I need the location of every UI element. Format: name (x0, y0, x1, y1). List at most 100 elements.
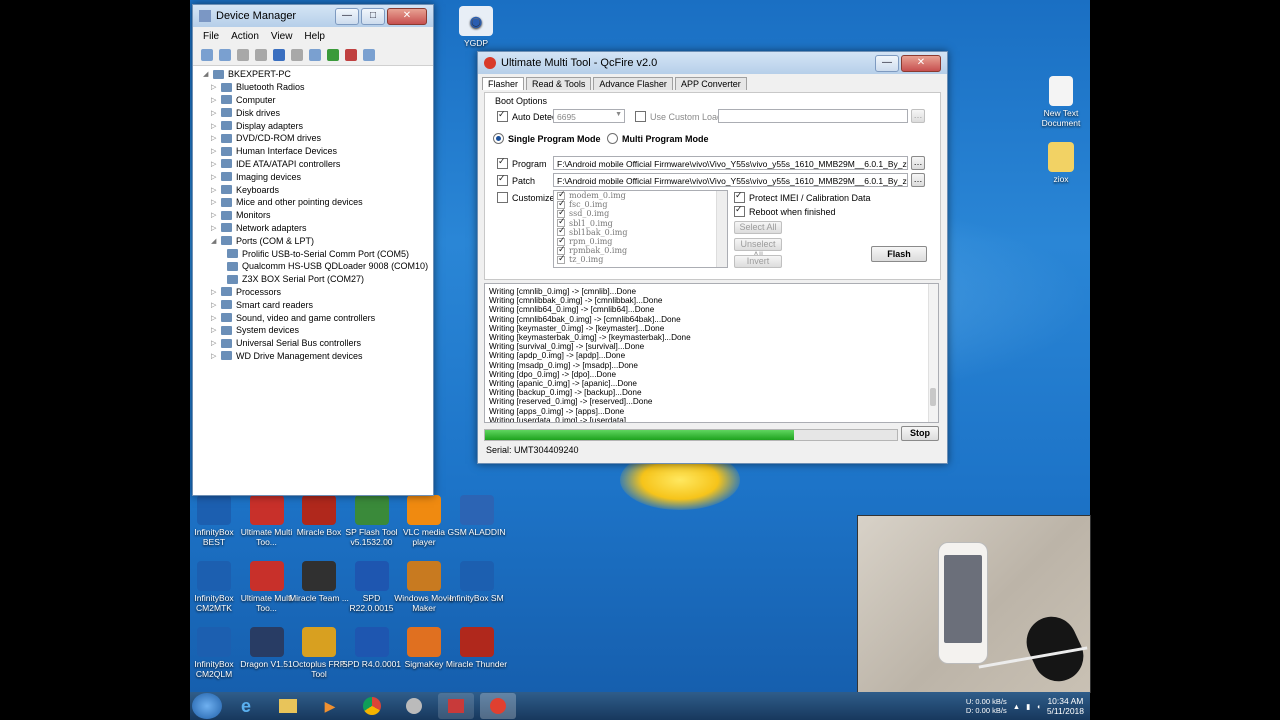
menu-file[interactable]: File (203, 31, 219, 42)
menu-view[interactable]: View (271, 31, 293, 42)
help-icon[interactable] (273, 49, 285, 61)
tree-category[interactable]: ▷ Imaging devices (203, 170, 433, 183)
partition-item[interactable]: rpmbak_0.img (554, 245, 727, 255)
device-icon[interactable] (291, 49, 303, 61)
tree-category[interactable]: ▷ System devices (203, 324, 433, 337)
desktop-icon-ziox[interactable]: ziox (1030, 142, 1092, 184)
tree-category[interactable]: ▷ Monitors (203, 209, 433, 222)
partition-item[interactable]: ssd_0.img (554, 208, 727, 218)
expand-icon[interactable]: ▷ (211, 314, 221, 322)
tree-category[interactable]: ▷ DVD/CD-ROM drives (203, 132, 433, 145)
single-program-mode-radio[interactable]: Single Program Mode (493, 133, 601, 144)
partition-item[interactable]: rpm_0.img (554, 236, 727, 246)
taskbar-app[interactable] (396, 693, 432, 719)
disable-icon[interactable] (363, 49, 375, 61)
refresh-icon[interactable] (255, 49, 267, 61)
expand-icon[interactable]: ▷ (211, 301, 221, 309)
partition-item[interactable]: sbl1_0.img (554, 217, 727, 228)
taskbar-qcfire[interactable] (480, 693, 516, 719)
expand-icon[interactable]: ▷ (211, 160, 221, 168)
expand-icon[interactable]: ▷ (211, 224, 221, 232)
use-custom-loader-checkbox[interactable]: Use Custom Loader (635, 111, 730, 122)
close-button[interactable]: ✕ (901, 54, 941, 72)
unselect-all-button[interactable]: Unselect All (734, 238, 782, 260)
desktop-icon[interactable]: InfinityBox SM (446, 561, 508, 603)
volume-icon[interactable]: ◖ (1036, 702, 1041, 711)
multi-program-mode-radio[interactable]: Multi Program Mode (607, 133, 709, 144)
back-icon[interactable] (201, 49, 213, 61)
uninstall-icon[interactable] (345, 49, 357, 61)
stop-button[interactable]: Stop (901, 426, 939, 441)
expand-icon[interactable]: ▷ (211, 186, 221, 194)
taskbar-device-manager[interactable] (438, 693, 474, 719)
tree-category[interactable]: ▷ Sound, video and game controllers (203, 311, 433, 324)
desktop-icon[interactable]: Miracle Thunder (446, 627, 508, 669)
expand-icon[interactable]: ▷ (211, 109, 221, 117)
desktop-icon-ygdp[interactable]: ◉ YGDP (445, 6, 507, 48)
tree-category[interactable]: ▷ Mice and other pointing devices (203, 196, 433, 209)
flash-button[interactable]: Flash (871, 246, 927, 262)
tab-flasher[interactable]: Flasher (482, 77, 525, 90)
maximize-button[interactable]: □ (361, 7, 385, 25)
expand-icon[interactable]: ▷ (211, 173, 221, 181)
tree-child-item[interactable]: Qualcomm HS-USB QDLoader 9008 (COM10) (203, 260, 433, 273)
log-scrollbar[interactable] (928, 284, 938, 422)
custom-loader-browse-button[interactable]: … (911, 109, 925, 123)
tree-category[interactable]: ◢ Ports (COM & LPT) (203, 234, 433, 247)
expand-icon[interactable]: ▷ (211, 352, 221, 360)
partition-item[interactable]: tz_0.img (554, 254, 727, 264)
desktop-icon[interactable]: GSM ALADDIN (446, 495, 508, 537)
qcfire-window[interactable]: Ultimate Multi Tool - QcFire v2.0 — ✕ Fl… (477, 51, 948, 464)
patch-checkbox[interactable]: Patch (497, 173, 535, 186)
desktop-icon-new-text-document[interactable]: New Text Document (1030, 76, 1092, 128)
program-checkbox[interactable]: Program (497, 156, 547, 169)
forward-icon[interactable] (219, 49, 231, 61)
partition-scrollbar[interactable] (716, 191, 727, 267)
device-manager-titlebar[interactable]: Device Manager — □ ✕ (193, 5, 433, 27)
qcfire-titlebar[interactable]: Ultimate Multi Tool - QcFire v2.0 — ✕ (478, 52, 947, 74)
reboot-checkbox[interactable]: Reboot when finished (734, 204, 836, 217)
menu-action[interactable]: Action (231, 31, 259, 42)
program-browse-button[interactable]: … (911, 156, 925, 170)
select-all-button[interactable]: Select All (734, 221, 782, 234)
menu-help[interactable]: Help (304, 31, 325, 42)
expand-icon[interactable]: ▷ (211, 122, 221, 130)
expand-icon[interactable]: ▷ (211, 134, 221, 142)
taskbar-explorer-folder[interactable] (270, 693, 306, 719)
tree-category[interactable]: ▷ Display adapters (203, 119, 433, 132)
expand-icon[interactable]: ▷ (211, 326, 221, 334)
taskbar-internet-explorer[interactable]: e (228, 693, 264, 719)
tray-arrow-icon[interactable]: ▲ (1013, 702, 1020, 711)
tree-category[interactable]: ▷ Keyboards (203, 183, 433, 196)
tree-category[interactable]: ▷ Smart card readers (203, 298, 433, 311)
partition-item[interactable]: modem_0.img (554, 191, 727, 200)
expand-icon[interactable]: ▷ (211, 147, 221, 155)
expand-icon[interactable]: ▷ (211, 96, 221, 104)
minimize-button[interactable]: — (335, 7, 359, 25)
tree-category[interactable]: ▷ Processors (203, 286, 433, 299)
auto-detect-checkbox[interactable]: Auto Detect (497, 109, 559, 122)
minimize-button[interactable]: — (875, 54, 899, 72)
update-driver-icon[interactable] (327, 49, 339, 61)
partition-item[interactable]: fsc_0.img (554, 199, 727, 209)
custom-loader-path[interactable] (718, 109, 908, 123)
auto-detect-select[interactable]: 6695 ▼ (553, 109, 625, 123)
taskbar-chrome[interactable] (354, 693, 390, 719)
expand-icon[interactable]: ▷ (211, 288, 221, 296)
scan-hardware-icon[interactable] (309, 49, 321, 61)
collapse-icon[interactable]: ◢ (211, 237, 221, 245)
tree-category[interactable]: ▷ Computer (203, 94, 433, 107)
clock[interactable]: 10:34 AM 5/11/2018 (1047, 696, 1084, 716)
tree-category[interactable]: ▷ IDE ATA/ATAPI controllers (203, 158, 433, 171)
tree-category[interactable]: ▷ Human Interface Devices (203, 145, 433, 158)
tree-category[interactable]: ▷ Network adapters (203, 222, 433, 235)
close-button[interactable]: ✕ (387, 7, 427, 25)
tab-app-converter[interactable]: APP Converter (674, 77, 747, 90)
tree-category[interactable]: ▷ Universal Serial Bus controllers (203, 337, 433, 350)
properties-icon[interactable] (237, 49, 249, 61)
tree-category[interactable]: ▷ WD Drive Management devices (203, 350, 433, 363)
expand-icon[interactable]: ▷ (211, 211, 221, 219)
tab-advance-flasher[interactable]: Advance Flasher (593, 77, 673, 90)
taskbar-media-player[interactable]: ▶ (312, 693, 348, 719)
expand-icon[interactable]: ▷ (211, 339, 221, 347)
